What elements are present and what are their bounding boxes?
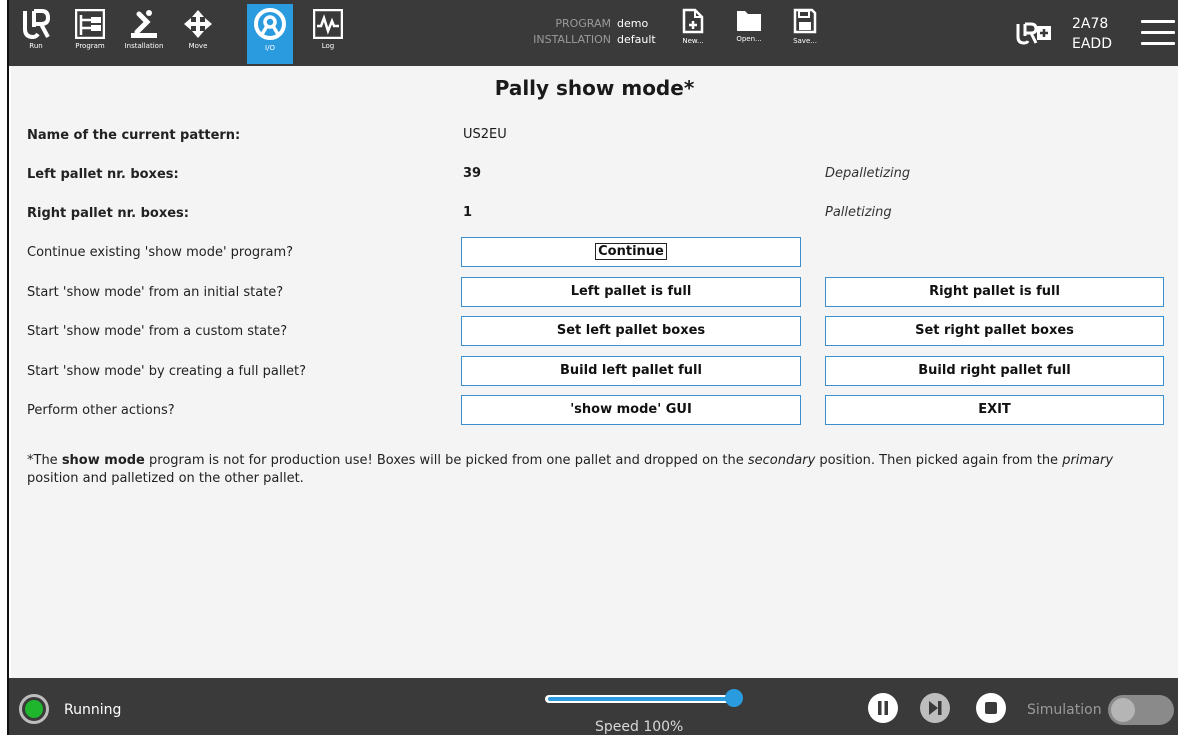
tab-program[interactable]: Program: [67, 6, 113, 64]
row-label-continue: Continue existing 'show mode' program?: [27, 245, 294, 260]
footnote-text-4: position and palletized on the other pal…: [27, 471, 304, 486]
hamburger-menu-icon[interactable]: [1141, 20, 1175, 53]
tab-io-label: I/O: [265, 44, 275, 52]
speed-slider[interactable]: [545, 695, 737, 703]
program-info: PROGRAM demo INSTALLATION default: [517, 16, 656, 48]
ur-plus-icon: [1016, 22, 1051, 45]
tab-run[interactable]: Run: [13, 6, 59, 64]
new-button-label: New...: [682, 37, 704, 45]
step-icon: [929, 701, 942, 715]
set-right-pallet-boxes-button[interactable]: Set right pallet boxes: [825, 316, 1164, 346]
simulation-toggle-knob: [1111, 698, 1135, 722]
left-edge: [0, 0, 9, 735]
continue-button-label: Continue: [595, 243, 667, 260]
speed-slider-fill: [548, 697, 734, 701]
pause-button[interactable]: [868, 693, 898, 723]
robot-arm-icon: [131, 10, 157, 38]
left-boxes-value: 39: [463, 166, 482, 181]
footnote-text-2: program is not for production use! Boxes…: [144, 453, 748, 468]
left-boxes-label: Left pallet nr. boxes:: [27, 167, 179, 182]
serial-line-1: 2A78: [1072, 16, 1109, 32]
tab-run-label: Run: [29, 42, 43, 50]
exit-button[interactable]: EXIT: [825, 395, 1164, 425]
tab-installation-label: Installation: [124, 42, 164, 50]
left-pallet-full-button[interactable]: Left pallet is full: [461, 277, 801, 307]
footnote-italic-2: primary: [1062, 453, 1114, 468]
footnote-text-1: *The: [27, 453, 62, 468]
tab-log[interactable]: Log: [305, 6, 351, 64]
stop-icon: [985, 702, 997, 714]
new-button[interactable]: New...: [673, 8, 713, 45]
tab-installation[interactable]: Installation: [121, 6, 167, 64]
installation-value: default: [617, 33, 656, 46]
footnote-bold: show mode: [61, 453, 145, 468]
bottom-bar: Running Speed 100% Simulation: [9, 678, 1178, 735]
right-boxes-label: Right pallet nr. boxes:: [27, 206, 189, 221]
program-value: demo: [617, 17, 649, 30]
tab-io[interactable]: I/O: [247, 4, 293, 64]
show-mode-gui-button[interactable]: 'show mode' GUI: [461, 395, 801, 425]
tab-move-label: Move: [188, 42, 208, 50]
stop-button[interactable]: [976, 693, 1006, 723]
top-bar: Run Program Installation Move I/O Log PR…: [9, 0, 1178, 66]
new-file-icon: [682, 8, 704, 34]
speed-slider-handle[interactable]: [725, 689, 743, 707]
status-indicator-icon[interactable]: [19, 694, 49, 724]
robot-serial: 2A78 EADD: [1072, 14, 1112, 54]
right-pallet-full-button[interactable]: Right pallet is full: [825, 277, 1164, 307]
left-mode: Depalletizing: [825, 166, 911, 181]
program-key: PROGRAM: [555, 17, 611, 30]
tab-move[interactable]: Move: [175, 6, 221, 64]
speed-label: Speed 100%: [595, 719, 684, 735]
right-mode: Palletizing: [825, 205, 892, 220]
build-right-pallet-full-button[interactable]: Build right pallet full: [825, 356, 1164, 386]
save-disk-icon: [793, 8, 817, 34]
save-button[interactable]: Save...: [785, 8, 825, 45]
status-text: Running: [64, 702, 122, 718]
step-button[interactable]: [920, 693, 950, 723]
set-left-pallet-boxes-button[interactable]: Set left pallet boxes: [461, 316, 801, 346]
right-boxes-value: 1: [463, 205, 473, 220]
footnote-italic-1: secondary: [747, 453, 816, 468]
move-arrows-icon: [184, 10, 212, 38]
tab-log-label: Log: [321, 42, 335, 50]
log-icon: [313, 9, 343, 39]
serial-line-2: EADD: [1072, 36, 1112, 52]
row-label-custom-state: Start 'show mode' from a custom state?: [27, 324, 288, 339]
footnote: *The show mode program is not for produc…: [27, 452, 1167, 488]
continue-button[interactable]: Continue: [461, 237, 801, 267]
simulation-label: Simulation: [1027, 702, 1102, 718]
save-button-label: Save...: [793, 37, 817, 45]
open-button-label: Open...: [736, 35, 762, 43]
program-tree-icon: [75, 9, 105, 39]
installation-key: INSTALLATION: [533, 33, 611, 46]
row-label-initial-state: Start 'show mode' from an initial state?: [27, 285, 284, 300]
folder-icon: [737, 11, 761, 31]
page-title: Pally show mode*: [494, 76, 695, 100]
footnote-text-3: position. Then picked again from the: [815, 453, 1063, 468]
ur-logo-icon: [23, 9, 50, 39]
build-left-pallet-full-button[interactable]: Build left pallet full: [461, 356, 801, 386]
row-label-full-pallet: Start 'show mode' by creating a full pal…: [27, 364, 307, 379]
main-panel: Pally show mode* Name of the current pat…: [11, 66, 1178, 678]
pause-icon: [878, 701, 888, 715]
pattern-value: US2EU: [463, 127, 507, 142]
row-label-other-actions: Perform other actions?: [27, 403, 175, 418]
pattern-label: Name of the current pattern:: [27, 128, 241, 143]
open-button[interactable]: Open...: [729, 8, 769, 43]
ur-plus-logo[interactable]: [1016, 22, 1052, 50]
tab-program-label: Program: [75, 42, 105, 50]
io-icon: [254, 8, 286, 40]
simulation-toggle[interactable]: [1108, 695, 1174, 725]
